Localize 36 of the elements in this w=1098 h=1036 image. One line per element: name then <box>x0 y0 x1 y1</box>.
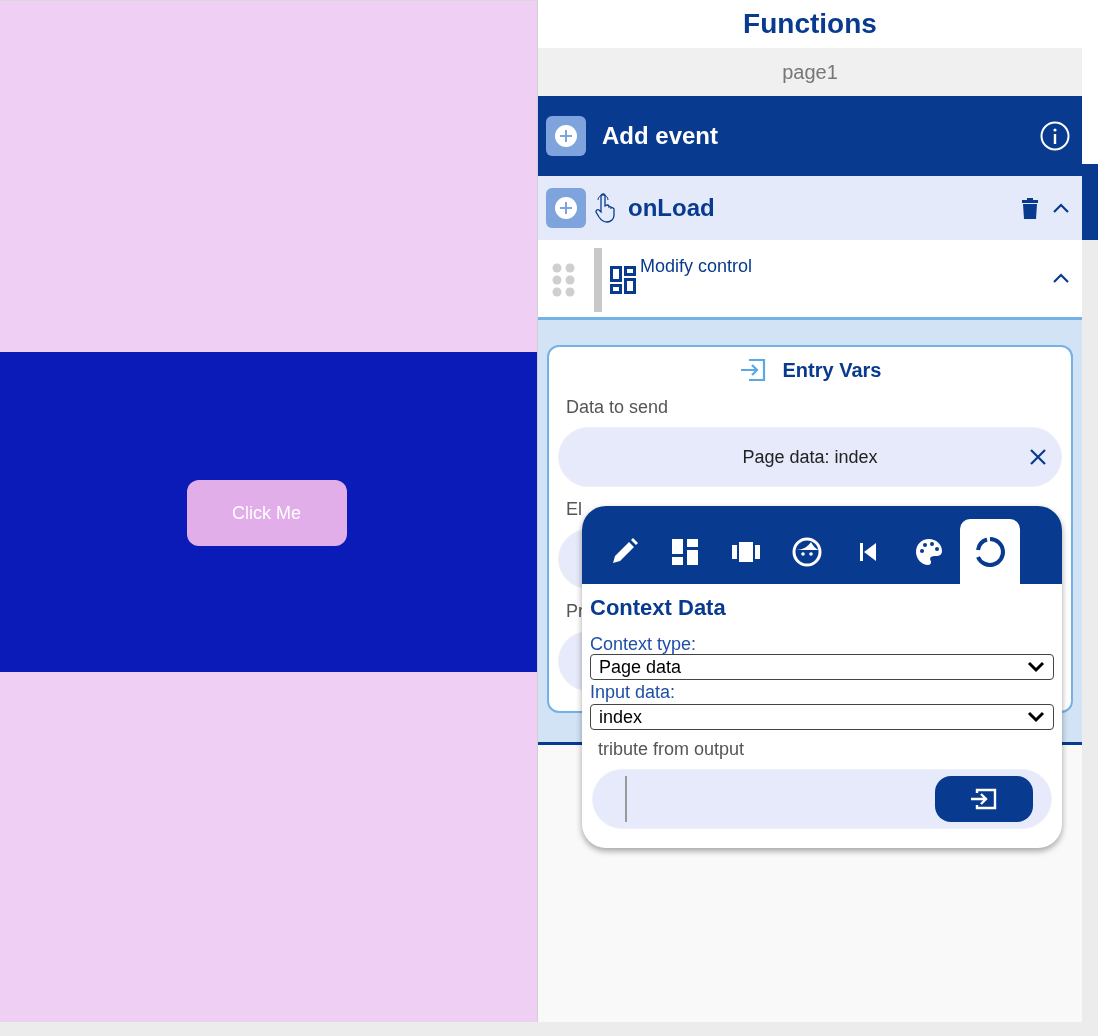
field-label: Context type: <box>590 634 698 654</box>
field-label: Data to send <box>566 397 669 417</box>
input-data-select[interactable]: index <box>590 704 1054 730</box>
trash-icon[interactable] <box>1020 197 1040 219</box>
field-label: Pr <box>566 601 584 621</box>
field-label: El <box>566 499 582 519</box>
action-label[interactable]: Modify control <box>640 252 753 280</box>
add-icon[interactable] <box>546 116 586 156</box>
close-icon[interactable] <box>1029 448 1047 466</box>
input-icon <box>969 787 999 811</box>
chevron-icon[interactable] <box>1052 202 1070 214</box>
page-name: page1 <box>782 60 838 85</box>
event-row[interactable]: onLoad <box>538 176 1082 240</box>
face-icon <box>791 535 823 568</box>
pointer-hand-icon <box>594 193 616 223</box>
popup-title: Context Data <box>590 594 727 622</box>
chevron-down-icon <box>1027 661 1045 673</box>
input-button[interactable] <box>935 776 1033 822</box>
input-icon <box>738 358 767 382</box>
panel-title: Functions <box>743 7 877 41</box>
field-label: tribute from output <box>598 738 746 761</box>
chevron-icon[interactable] <box>1052 272 1070 284</box>
toolbar-tab[interactable] <box>960 519 1020 584</box>
field-label: Input data: <box>590 681 677 704</box>
info-icon[interactable] <box>1040 121 1070 151</box>
value-field[interactable]: Page data: index <box>558 427 1062 487</box>
add-event-label[interactable]: Add event <box>602 120 718 152</box>
ring-icon <box>974 535 1006 568</box>
dashboard-icon <box>610 266 636 294</box>
context-type-select[interactable]: Page data <box>590 654 1054 680</box>
accent-bar <box>594 248 602 312</box>
chevron-down-icon <box>1027 711 1045 723</box>
section-title: Entry Vars <box>782 358 882 383</box>
add-icon[interactable] <box>546 188 586 228</box>
drag-handle-icon[interactable] <box>552 262 576 298</box>
event-name: onLoad <box>628 193 715 223</box>
